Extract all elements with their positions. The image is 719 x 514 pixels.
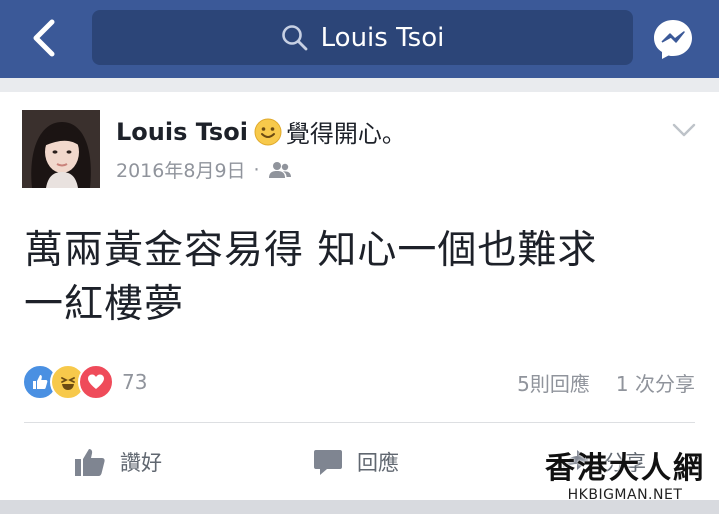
post-meta: 2016年8月9日 · bbox=[116, 156, 292, 183]
friends-icon bbox=[268, 161, 291, 178]
post-header: Louis Tsoi 覺得開心。 bbox=[116, 114, 406, 149]
comment-label: 回應 bbox=[357, 451, 399, 475]
meta-separator: · bbox=[253, 158, 260, 181]
post-card: Louis Tsoi 覺得開心。 2016年8月9日 · 萬兩黃金容易得 知心一… bbox=[0, 92, 719, 500]
search-icon bbox=[281, 24, 309, 52]
watermark-chinese: 香港大人網 bbox=[545, 451, 705, 486]
author-name[interactable]: Louis Tsoi bbox=[116, 118, 248, 146]
actions-divider bbox=[24, 422, 695, 423]
comment-icon bbox=[313, 447, 343, 477]
watermark-domain: HKBIGMAN.NET bbox=[567, 487, 683, 503]
post-stats: 5則回應 1 次分享 bbox=[517, 368, 695, 397]
messenger-icon bbox=[654, 20, 692, 59]
like-button[interactable]: 讚好 bbox=[74, 442, 162, 482]
top-nav-bar: Louis Tsoi bbox=[0, 0, 719, 78]
reaction-count: 73 bbox=[122, 370, 148, 394]
post-text-line-1: 萬兩黃金容易得 知心一個也難求 bbox=[24, 228, 598, 273]
post-body: 萬兩黃金容易得 知心一個也難求 一紅樓夢 bbox=[24, 224, 704, 332]
thumbs-up-icon bbox=[74, 447, 106, 477]
search-query-text: Louis Tsoi bbox=[320, 22, 445, 53]
chevron-down-icon[interactable] bbox=[672, 122, 696, 138]
comment-button[interactable]: 回應 bbox=[313, 442, 399, 482]
top-divider bbox=[0, 78, 719, 92]
love-reaction-icon bbox=[78, 364, 114, 400]
watermark: 香港大人網 HKBIGMAN.NET bbox=[536, 452, 714, 504]
feeling-text: 覺得開心。 bbox=[285, 120, 406, 148]
messenger-button[interactable] bbox=[650, 16, 696, 62]
post-text-line-2: 一紅樓夢 bbox=[24, 282, 185, 327]
avatar[interactable] bbox=[22, 110, 100, 188]
back-icon bbox=[33, 19, 55, 57]
comment-count[interactable]: 5則回應 bbox=[517, 372, 590, 396]
search-bar[interactable]: Louis Tsoi bbox=[92, 10, 633, 65]
share-count[interactable]: 1 次分享 bbox=[616, 372, 695, 396]
back-button[interactable] bbox=[22, 16, 66, 60]
post-date[interactable]: 2016年8月9日 bbox=[116, 156, 246, 183]
smile-emoji-icon bbox=[254, 118, 282, 146]
like-label: 讚好 bbox=[120, 451, 162, 475]
reactions-summary[interactable]: 73 bbox=[22, 364, 147, 400]
